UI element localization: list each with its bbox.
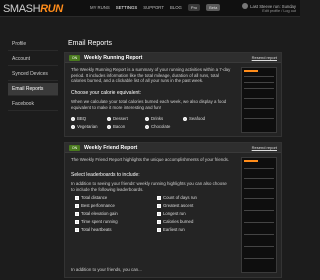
weekly-running-header: ON Weekly Running Report Resend report <box>65 53 281 63</box>
checkbox-icon <box>75 195 79 200</box>
radio-icon <box>71 124 75 129</box>
checkbox-icon <box>157 203 161 208</box>
checkbox-icon <box>75 219 79 224</box>
food-option[interactable]: Dessert <box>107 116 139 121</box>
leaderboard-option[interactable]: Earliest run <box>157 227 235 232</box>
user-menu[interactable]: Last Steeve run: Sunday Edit profile / L… <box>242 3 296 13</box>
food-option[interactable]: BBQ <box>71 116 101 121</box>
pro-badge[interactable]: Pro <box>187 4 201 11</box>
user-greeting: Last Steeve run: Sunday <box>250 3 296 9</box>
weekly-friend-resend-link[interactable]: Resend report <box>252 145 277 150</box>
radio-icon <box>145 124 149 129</box>
leaderboard-option[interactable]: Calories burned <box>157 219 235 224</box>
leaderboard-option[interactable]: Total distance <box>75 195 153 200</box>
sidebar-item-email-reports[interactable]: Email Reports <box>8 83 58 96</box>
calorie-options: BBQ Dessert Drinks Seafood Vegetarian Ba… <box>71 116 215 129</box>
sidebar-item-account[interactable]: Account <box>8 53 58 66</box>
checkbox-icon <box>75 227 79 232</box>
weekly-running-toggle[interactable]: ON <box>69 54 80 61</box>
leaderboard-option[interactable]: Count of days run <box>157 195 235 200</box>
top-navbar: SMASHRUN My Runs Settings Support Blog P… <box>0 0 300 17</box>
radio-icon <box>71 116 75 121</box>
food-option[interactable]: Chocolate <box>145 124 177 129</box>
nav-blog[interactable]: Blog <box>170 5 182 11</box>
weekly-running-preview-image <box>241 67 277 133</box>
weekly-friend-preview-image <box>241 157 277 273</box>
sidebar-item-synced-devices[interactable]: Synced Devices <box>8 68 58 81</box>
food-option[interactable]: Seafood <box>183 116 215 121</box>
checkbox-icon <box>157 211 161 216</box>
avatar-icon <box>242 3 249 9</box>
logo[interactable]: SMASHRUN <box>3 3 63 15</box>
logo-run: RUN <box>40 3 63 15</box>
radio-icon <box>145 116 149 121</box>
checkbox-icon <box>157 195 161 200</box>
food-option[interactable]: Drinks <box>145 116 177 121</box>
radio-icon <box>107 124 111 129</box>
leaderboard-option[interactable]: Best performance <box>75 203 153 208</box>
weekly-running-title: Weekly Running Report <box>84 54 143 61</box>
food-option[interactable]: Bacon <box>107 124 139 129</box>
leaderboard-options: Total distance Count of days run Best pe… <box>75 195 235 232</box>
radio-icon <box>107 116 111 121</box>
weekly-friend-header: ON Weekly Friend Report Resend report <box>65 143 281 153</box>
nav-support[interactable]: Support <box>143 5 164 11</box>
logo-smash: SMASH <box>3 3 41 15</box>
weekly-running-desc: The Weekly Running Report is a summary o… <box>71 67 231 83</box>
weekly-friend-panel: ON Weekly Friend Report Resend report Th… <box>64 142 282 278</box>
weekly-friend-title: Weekly Friend Report <box>84 144 138 151</box>
calorie-heading: Choose your calorie equivalent: <box>71 90 142 96</box>
leaderboard-option[interactable]: Total elevation gain <box>75 211 153 216</box>
settings-sidebar: Profile Account Synced Devices Email Rep… <box>8 38 58 113</box>
weekly-running-panel: ON Weekly Running Report Resend report T… <box>64 52 282 137</box>
radio-icon <box>183 116 187 121</box>
leaderboard-heading: Select leaderboards to include: <box>71 172 140 178</box>
nav-my-runs[interactable]: My Runs <box>90 5 110 11</box>
leaderboard-option[interactable]: Greatest ascent <box>157 203 235 208</box>
nav-settings[interactable]: Settings <box>116 5 138 11</box>
sidebar-item-facebook[interactable]: Facebook <box>8 98 58 111</box>
weekly-running-resend-link[interactable]: Resend report <box>252 55 277 60</box>
leaderboard-option[interactable]: Total heartbeats <box>75 227 153 232</box>
checkbox-icon <box>157 227 161 232</box>
leaderboard-desc: In addition to seeing your friends' week… <box>71 181 227 192</box>
weekly-friend-footer: In addition to your friends, you can... <box>71 267 142 272</box>
user-sub-links[interactable]: Edit profile / Log out <box>262 9 296 13</box>
food-option[interactable]: Vegetarian <box>71 124 101 129</box>
leaderboard-option[interactable]: Longest run <box>157 211 235 216</box>
main-nav: My Runs Settings Support Blog Pro Beta <box>90 4 221 11</box>
page-title: Email Reports <box>68 40 112 47</box>
sidebar-item-profile[interactable]: Profile <box>8 38 58 51</box>
leaderboard-option[interactable]: Time spent running <box>75 219 153 224</box>
calorie-desc: When we calculate your total calories bu… <box>71 99 227 110</box>
weekly-friend-desc: The Weekly Friend Report highlights the … <box>71 157 230 162</box>
checkbox-icon <box>75 203 79 208</box>
checkbox-icon <box>157 219 161 224</box>
beta-badge: Beta <box>206 4 221 11</box>
checkbox-icon <box>75 211 79 216</box>
weekly-friend-toggle[interactable]: ON <box>69 144 80 151</box>
